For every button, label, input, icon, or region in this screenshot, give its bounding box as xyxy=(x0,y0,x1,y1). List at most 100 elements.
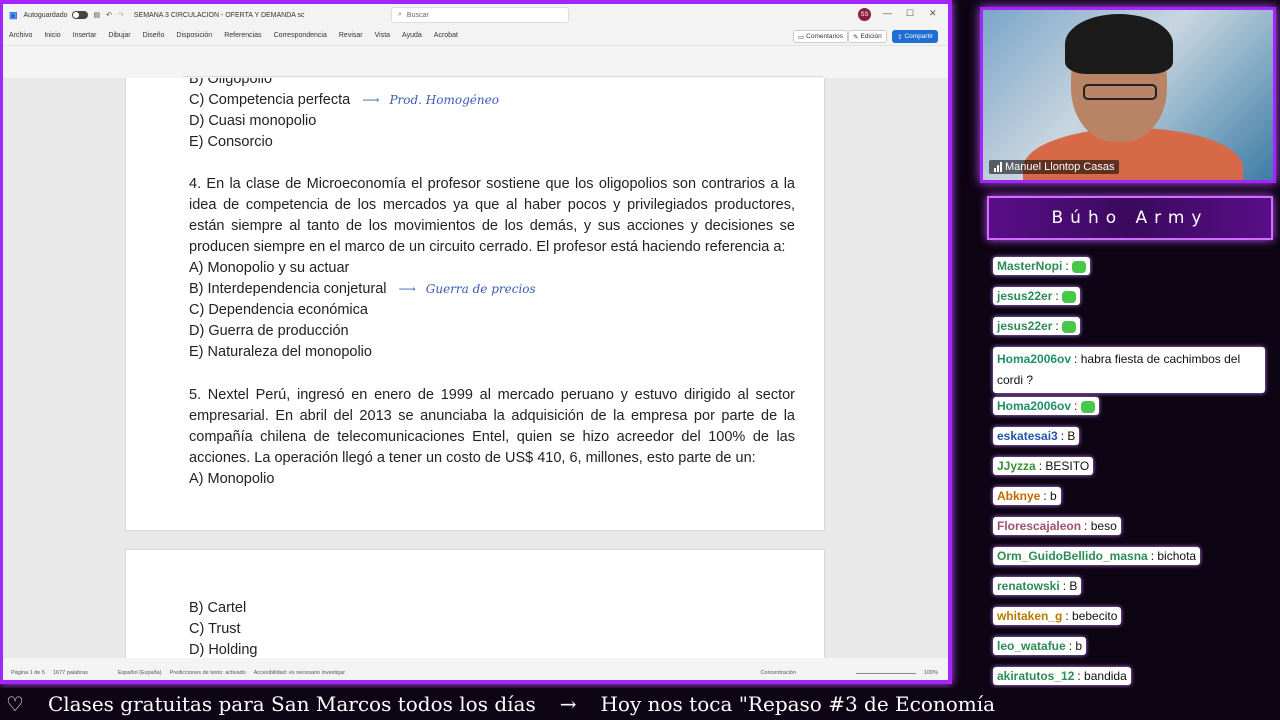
zoom-slider[interactable] xyxy=(855,672,916,674)
comments-button[interactable]: ▭ Comentarios xyxy=(793,30,849,43)
tab-dibujar[interactable]: Dibujar xyxy=(108,32,130,39)
chat-message: JJyzza: BESITO xyxy=(993,457,1094,475)
search-input[interactable]: ⌕ Buscar xyxy=(391,7,569,23)
minimize-icon[interactable]: — xyxy=(883,8,892,18)
q5-option-c: C) Trust xyxy=(189,621,241,637)
chat-text: bichota xyxy=(1157,549,1197,563)
chat-username[interactable]: MasterNopi xyxy=(997,259,1062,273)
chat-text: B xyxy=(1067,429,1076,443)
q4-option-e: E) Naturaleza del monopolio xyxy=(189,344,372,360)
text-predictions[interactable]: Predicciones de texto: activado xyxy=(170,670,246,676)
chat-username[interactable]: jesus22er xyxy=(997,289,1052,303)
q4-option-c: C) Dependencia económica xyxy=(189,302,368,318)
focus-mode[interactable]: Concentración xyxy=(760,670,795,676)
chat-username[interactable]: JJyzza xyxy=(997,459,1036,473)
tab-revisar[interactable]: Revisar xyxy=(339,32,363,39)
annotation-arrow-icon: ⟶ xyxy=(398,282,416,296)
chat-username[interactable]: Abknye xyxy=(997,489,1040,503)
webcam-feed: Manuel Llontop Casas xyxy=(980,7,1276,183)
chat-username[interactable]: whitaken_g xyxy=(997,609,1062,623)
doc-title[interactable]: SEMANA 3 CIRCULACION - OFERTA Y DEMANDA … xyxy=(134,12,305,19)
chat-message: Homa2006ov: habra fiesta de cachimbos de… xyxy=(993,347,1265,393)
chat-list[interactable]: MasterNopi: jesus22er: jesus22er: Homa20… xyxy=(987,243,1273,693)
tab-diseno[interactable]: Diseño xyxy=(143,32,165,39)
chat-username[interactable]: Homa2006ov xyxy=(997,352,1071,366)
comment-icon: ▭ xyxy=(798,33,805,41)
chat-text: bandida xyxy=(1084,669,1127,683)
status-bar: Página 1 de 5 1677 palabras Español (Esp… xyxy=(3,666,948,680)
q3-option-b: B) Oligopolio xyxy=(189,78,273,87)
accessibility-status[interactable]: Accesibilidad: es necesario investigar xyxy=(254,670,345,676)
ruler[interactable] xyxy=(183,67,823,77)
chat-separator: : xyxy=(1055,289,1063,303)
page-1: B) Oligopolio C) Competencia perfecta ⟶ … xyxy=(125,78,825,531)
chat-message: akiratutos_12: bandida xyxy=(993,667,1131,685)
chat-text: b xyxy=(1050,489,1057,503)
chat-message: Homa2006ov: xyxy=(993,397,1099,415)
chat-message: Florescajaleon: beso xyxy=(993,517,1121,535)
q4-option-b: B) Interdependencia conjetural ⟶ Guerra … xyxy=(189,279,536,300)
close-icon[interactable]: ✕ xyxy=(929,8,937,19)
page-2: B) Cartel C) Trust D) Holding xyxy=(125,549,825,658)
chat-username[interactable]: Homa2006ov xyxy=(997,399,1071,413)
tab-ayuda[interactable]: Ayuda xyxy=(402,32,422,39)
word-app-icon: ▣ xyxy=(9,9,18,20)
q3-option-e: E) Consorcio xyxy=(189,134,273,150)
handwritten-note-2: Guerra de precios xyxy=(425,282,536,296)
redo-icon[interactable]: ↷ xyxy=(118,11,124,19)
share-button[interactable]: ⇪ Compartir xyxy=(892,30,938,43)
chat-username[interactable]: renatowski xyxy=(997,579,1060,593)
share-label: Compartir xyxy=(904,33,933,40)
tab-disposicion[interactable]: Disposición xyxy=(176,32,212,39)
presenter-glasses xyxy=(1083,84,1157,100)
editing-button[interactable]: ✎ Edición xyxy=(848,30,887,43)
avatar[interactable]: SS xyxy=(858,8,871,21)
emote-icon xyxy=(1062,320,1077,333)
chat-message: Abknye: b xyxy=(993,487,1061,505)
chat-separator: : xyxy=(1065,259,1073,273)
title-bar: ▣ Autoguardado ▤ ↶ ↷ SEMANA 3 CIRCULACIO… xyxy=(3,4,948,26)
chat-username[interactable]: eskatesai3 xyxy=(997,429,1058,443)
chat-message: leo_watafue: b xyxy=(993,637,1087,655)
chat-username[interactable]: Orm_GuidoBellido_masna xyxy=(997,549,1148,563)
share-icon: ⇪ xyxy=(897,33,903,41)
word-window: ▣ Autoguardado ▤ ↶ ↷ SEMANA 3 CIRCULACIO… xyxy=(0,0,952,684)
search-placeholder: Buscar xyxy=(406,11,429,19)
chat-message: whitaken_g: bebecito xyxy=(993,607,1122,625)
q5-option-b: B) Cartel xyxy=(189,600,247,616)
ticker-bar: ♡ Clases gratuitas para San Marcos todos… xyxy=(0,688,1280,720)
chat-message: MasterNopi: xyxy=(993,257,1091,275)
q3-option-c-text: C) Competencia perfecta xyxy=(189,92,351,108)
language[interactable]: Español (España) xyxy=(118,670,162,676)
editing-label: Edición xyxy=(860,33,882,40)
tab-referencias[interactable]: Referencias xyxy=(224,32,261,39)
comments-label: Comentarios xyxy=(806,33,844,40)
autosave-toggle[interactable] xyxy=(71,11,88,19)
tab-vista[interactable]: Vista xyxy=(375,32,390,39)
maximize-icon[interactable]: ☐ xyxy=(906,8,914,19)
word-count[interactable]: 1677 palabras xyxy=(53,670,88,676)
save-icon[interactable]: ▤ xyxy=(94,11,101,19)
presenter-name: Manuel Llontop Casas xyxy=(1005,161,1115,173)
tab-inicio[interactable]: Inicio xyxy=(44,32,60,39)
chat-username[interactable]: jesus22er xyxy=(997,319,1052,333)
arrow-icon: → xyxy=(559,692,577,716)
chat-username[interactable]: akiratutos_12 xyxy=(997,669,1074,683)
signal-icon xyxy=(994,162,1002,172)
document-area[interactable]: B) Oligopolio C) Competencia perfecta ⟶ … xyxy=(3,78,948,658)
emote-icon xyxy=(1072,260,1087,273)
tab-archivo[interactable]: Archivo xyxy=(9,32,32,39)
page-count[interactable]: Página 1 de 5 xyxy=(11,670,45,676)
heart-icon: ♡ xyxy=(6,692,24,716)
search-icon: ⌕ xyxy=(398,11,402,18)
zoom-level[interactable]: 100% xyxy=(924,670,938,676)
emote-icon xyxy=(1062,290,1077,303)
chat-username[interactable]: leo_watafue xyxy=(997,639,1066,653)
tab-acrobat[interactable]: Acrobat xyxy=(434,32,458,39)
chat-username[interactable]: Florescajaleon xyxy=(997,519,1081,533)
chat-message: eskatesai3: B xyxy=(993,427,1080,445)
chat-message: jesus22er: xyxy=(993,287,1081,305)
undo-icon[interactable]: ↶ xyxy=(106,11,112,19)
tab-correspondencia[interactable]: Correspondencia xyxy=(274,32,327,39)
tab-insertar[interactable]: Insertar xyxy=(73,32,97,39)
